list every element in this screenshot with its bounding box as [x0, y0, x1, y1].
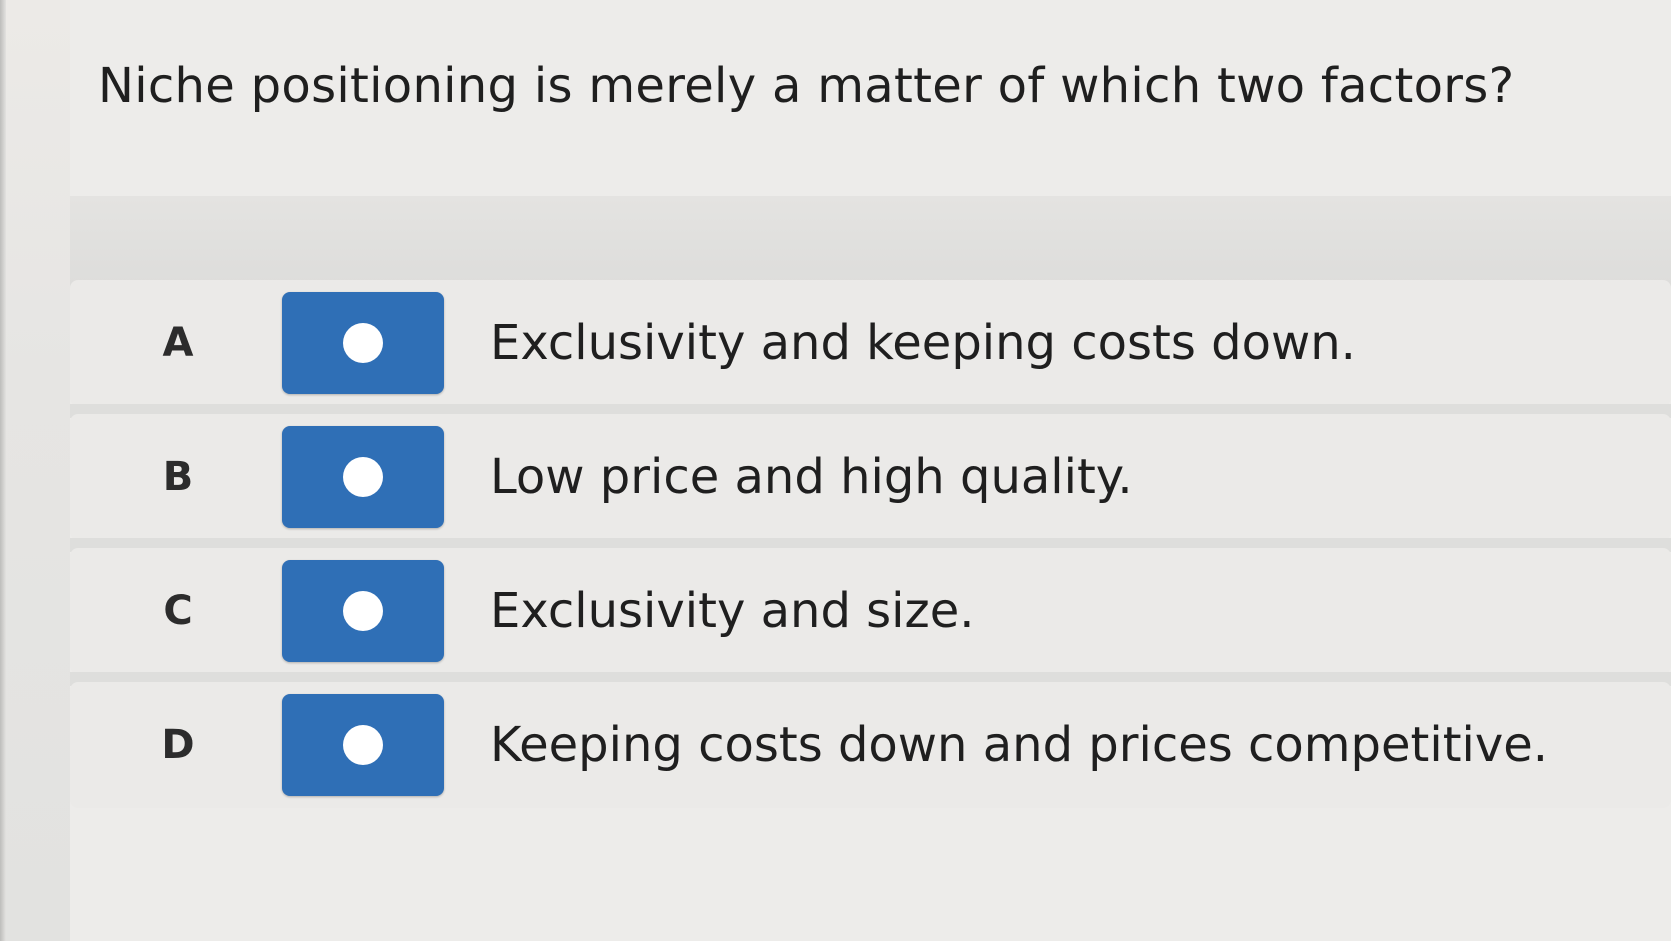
radio-button-c[interactable] — [282, 560, 444, 662]
radio-button-b[interactable] — [282, 426, 444, 528]
radio-unselected-icon — [343, 591, 383, 631]
answer-option-d[interactable]: D Keeping costs down and prices competit… — [70, 682, 1671, 808]
option-text: Exclusivity and size. — [490, 583, 975, 639]
option-text: Keeping costs down and prices competitiv… — [490, 717, 1549, 773]
screen: Niche positioning is merely a matter of … — [0, 0, 1671, 941]
answer-option-c[interactable]: C Exclusivity and size. — [70, 548, 1671, 674]
option-text: Low price and high quality. — [490, 449, 1133, 505]
question-text: Niche positioning is merely a matter of … — [98, 58, 1515, 114]
radio-unselected-icon — [343, 323, 383, 363]
radio-unselected-icon — [343, 457, 383, 497]
option-letter: C — [163, 588, 193, 634]
option-letter: D — [161, 722, 195, 768]
option-text: Exclusivity and keeping costs down. — [490, 315, 1356, 371]
radio-button-d[interactable] — [282, 694, 444, 796]
option-letter: A — [162, 320, 194, 366]
answer-option-b[interactable]: B Low price and high quality. — [70, 414, 1671, 540]
radio-button-a[interactable] — [282, 292, 444, 394]
option-letter: B — [162, 454, 194, 500]
bezel-edge — [0, 0, 6, 941]
radio-unselected-icon — [343, 725, 383, 765]
answer-option-a[interactable]: A Exclusivity and keeping costs down. — [70, 280, 1671, 406]
